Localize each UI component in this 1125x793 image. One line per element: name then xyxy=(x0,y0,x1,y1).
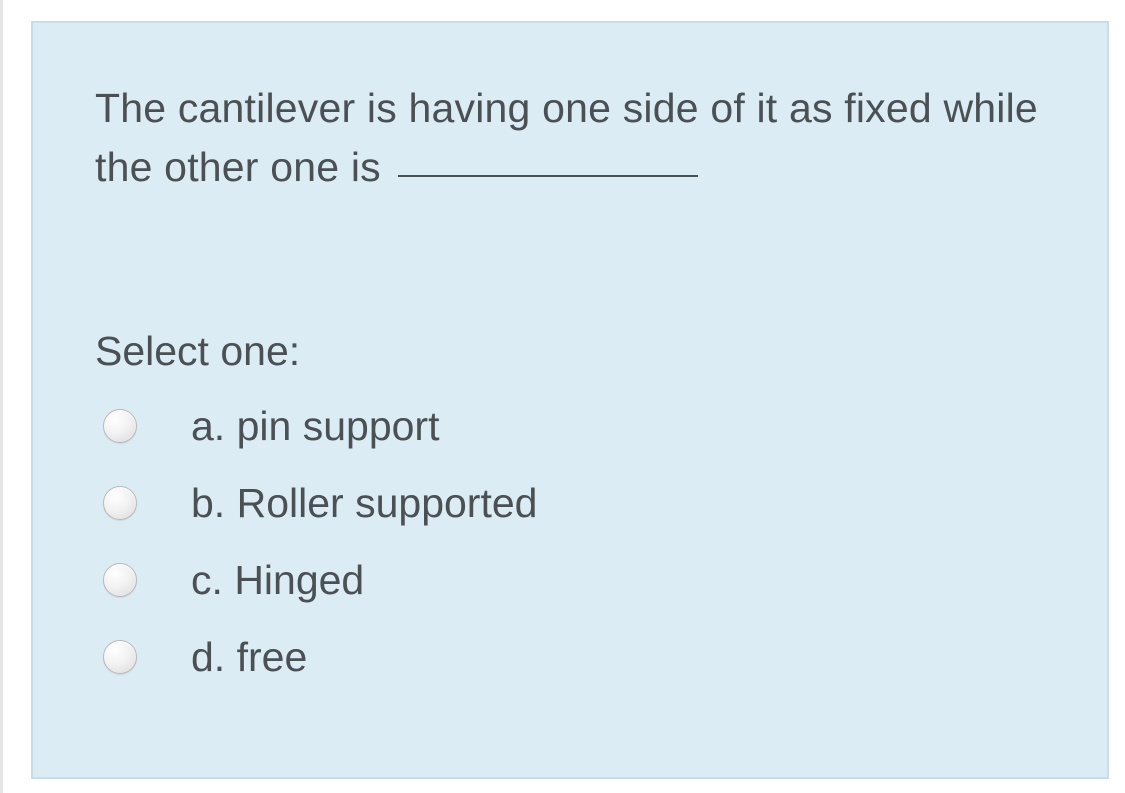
option-c-label: c. Hinged xyxy=(191,557,364,604)
select-prompt: Select one: xyxy=(95,328,1045,375)
option-list: a. pin support b. Roller supported c. Hi… xyxy=(95,403,1045,681)
option-c: c. Hinged xyxy=(95,557,1045,604)
radio-a[interactable] xyxy=(103,409,137,443)
option-b: b. Roller supported xyxy=(95,480,1045,527)
radio-d[interactable] xyxy=(103,640,137,674)
option-d-text: free xyxy=(237,634,308,680)
option-d-letter: d. xyxy=(191,634,225,680)
option-a-label: a. pin support xyxy=(191,403,439,450)
option-b-text: Roller supported xyxy=(237,480,538,526)
radio-c[interactable] xyxy=(103,563,137,597)
option-b-label: b. Roller supported xyxy=(191,480,537,527)
option-d: d. free xyxy=(95,634,1045,681)
option-d-label: d. free xyxy=(191,634,307,681)
option-c-letter: c. xyxy=(191,557,223,603)
option-a: a. pin support xyxy=(95,403,1045,450)
option-c-text: Hinged xyxy=(234,557,364,603)
question-stem: The cantilever is having one side of it … xyxy=(95,79,1045,198)
option-b-letter: b. xyxy=(191,480,225,526)
option-a-letter: a. xyxy=(191,403,225,449)
option-a-text: pin support xyxy=(237,403,440,449)
radio-b[interactable] xyxy=(103,486,137,520)
page-frame: The cantilever is having one side of it … xyxy=(0,0,1125,793)
blank-underline xyxy=(398,175,698,177)
question-card: The cantilever is having one side of it … xyxy=(31,21,1109,779)
